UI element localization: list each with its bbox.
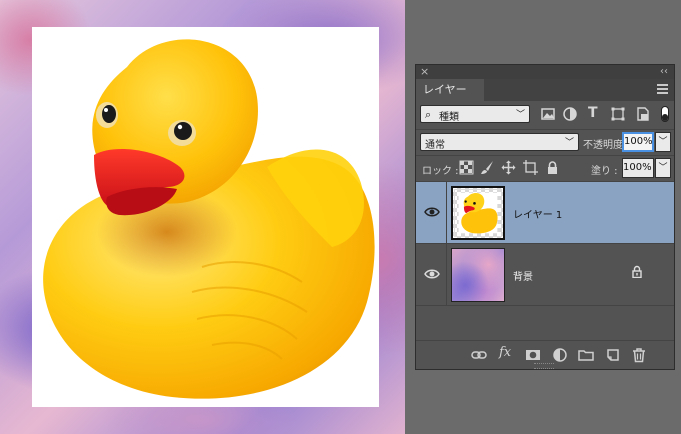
- link-layers-icon[interactable]: [471, 347, 487, 363]
- lock-position-icon[interactable]: [501, 160, 516, 175]
- panel-collapse-button[interactable]: ‹‹: [660, 65, 668, 79]
- tab-layers[interactable]: レイヤー: [416, 79, 484, 101]
- opacity-dropdown-button[interactable]: ﹀: [655, 132, 671, 152]
- panel-resize-grip[interactable]: [534, 363, 554, 369]
- lock-image-pixels-icon[interactable]: [480, 160, 495, 175]
- layer-divider: [446, 182, 447, 243]
- smart-object-filter-icon[interactable]: [635, 106, 651, 122]
- layer-name[interactable]: レイヤー 1: [513, 206, 562, 221]
- lock-artboard-icon[interactable]: [523, 160, 538, 175]
- new-group-icon[interactable]: [578, 347, 594, 363]
- lock-all-icon[interactable]: [545, 160, 560, 175]
- background-thumbnail[interactable]: [451, 248, 505, 302]
- layers-panel: × ‹‹ レイヤー ⌕ 種類 ﹀ T 通常 ﹀ 不透明度: 100% ﹀ ロッ…: [415, 64, 675, 370]
- chevron-down-icon: ﹀: [515, 110, 525, 120]
- panel-menu-icon[interactable]: [657, 84, 668, 94]
- filter-row: ⌕ 種類 ﹀ T: [416, 101, 674, 130]
- blend-mode-select[interactable]: 通常 ﹀: [420, 133, 579, 151]
- chevron-down-icon: ﹀: [564, 138, 574, 148]
- lock-transparent-pixels-icon[interactable]: [459, 160, 474, 175]
- new-layer-icon[interactable]: [605, 347, 621, 363]
- fill-dropdown-button[interactable]: ﹀: [655, 158, 671, 178]
- blend-mode-value: 通常: [425, 140, 445, 151]
- lock-icon[interactable]: [632, 265, 642, 278]
- lock-row: ロック : 塗り : 100% ﹀: [416, 155, 674, 182]
- eye-icon[interactable]: [424, 268, 440, 280]
- filter-toggle-switch[interactable]: [661, 106, 669, 122]
- layer-divider: [446, 244, 447, 305]
- blend-row: 通常 ﹀ 不透明度 : 100% ﹀: [416, 129, 674, 156]
- panel-tab-bar: レイヤー: [416, 79, 674, 101]
- fx-icon[interactable]: fx: [499, 345, 511, 360]
- trash-icon[interactable]: [631, 347, 647, 363]
- shape-layer-filter-icon[interactable]: [610, 106, 626, 122]
- adjustment-layer-icon[interactable]: [552, 347, 568, 363]
- panel-close-button[interactable]: ×: [420, 65, 429, 79]
- layer-row[interactable]: レイヤー 1: [416, 182, 674, 244]
- document-canvas[interactable]: [0, 0, 405, 434]
- fill-input[interactable]: 100%: [622, 158, 654, 178]
- panel-title-bar[interactable]: × ‹‹: [416, 65, 674, 79]
- layer-row[interactable]: 背景: [416, 244, 674, 306]
- opacity-input[interactable]: 100%: [622, 132, 654, 152]
- layer-mask-icon[interactable]: [525, 347, 541, 363]
- duck-thumbnail-icon: [458, 192, 498, 234]
- filter-kind-select[interactable]: ⌕ 種類 ﹀: [420, 105, 530, 123]
- search-icon: ⌕: [425, 108, 432, 121]
- eye-icon[interactable]: [424, 206, 440, 218]
- filter-kind-label: 種類: [439, 112, 459, 123]
- adjustment-layer-filter-icon[interactable]: [562, 106, 578, 122]
- fill-label: 塗り :: [591, 166, 618, 177]
- type-layer-filter-icon[interactable]: T: [588, 105, 604, 121]
- layer-thumbnail[interactable]: [451, 186, 505, 240]
- lock-label: ロック :: [422, 166, 459, 177]
- panel-bottom-bar: fx: [416, 340, 674, 369]
- pixel-layer-filter-icon[interactable]: [540, 106, 556, 122]
- layer-name[interactable]: 背景: [513, 268, 533, 283]
- rubber-duck-image: [43, 39, 375, 399]
